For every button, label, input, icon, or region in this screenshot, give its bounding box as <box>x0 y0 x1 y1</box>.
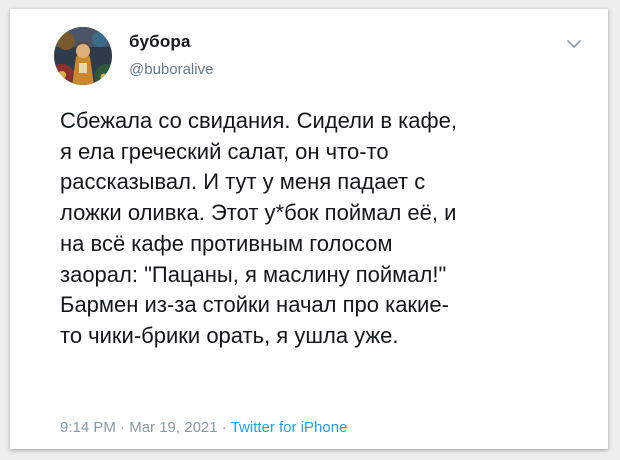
author-avatar[interactable] <box>54 27 112 85</box>
tweet-source-link[interactable]: Twitter for iPhone <box>231 419 348 436</box>
tweet-date[interactable]: Mar 19, 2021 <box>129 419 217 436</box>
painted-portrait-avatar-icon <box>54 27 112 85</box>
author-display-name[interactable]: бубора <box>129 32 191 52</box>
chevron-down-icon[interactable] <box>566 37 582 49</box>
tweet-card: бубора @buboralive Сбежала со свидания. … <box>10 9 608 449</box>
tweet-time[interactable]: 9:14 PM <box>60 419 116 436</box>
tweet-text: Сбежала со свидания. Сидели в кафе, я ел… <box>60 108 457 348</box>
meta-separator: · <box>120 419 126 436</box>
tweet-metadata: 9:14 PM · Mar 19, 2021 · Twitter for iPh… <box>60 419 347 436</box>
meta-separator: · <box>221 419 227 436</box>
author-handle[interactable]: @buboralive <box>129 61 213 78</box>
